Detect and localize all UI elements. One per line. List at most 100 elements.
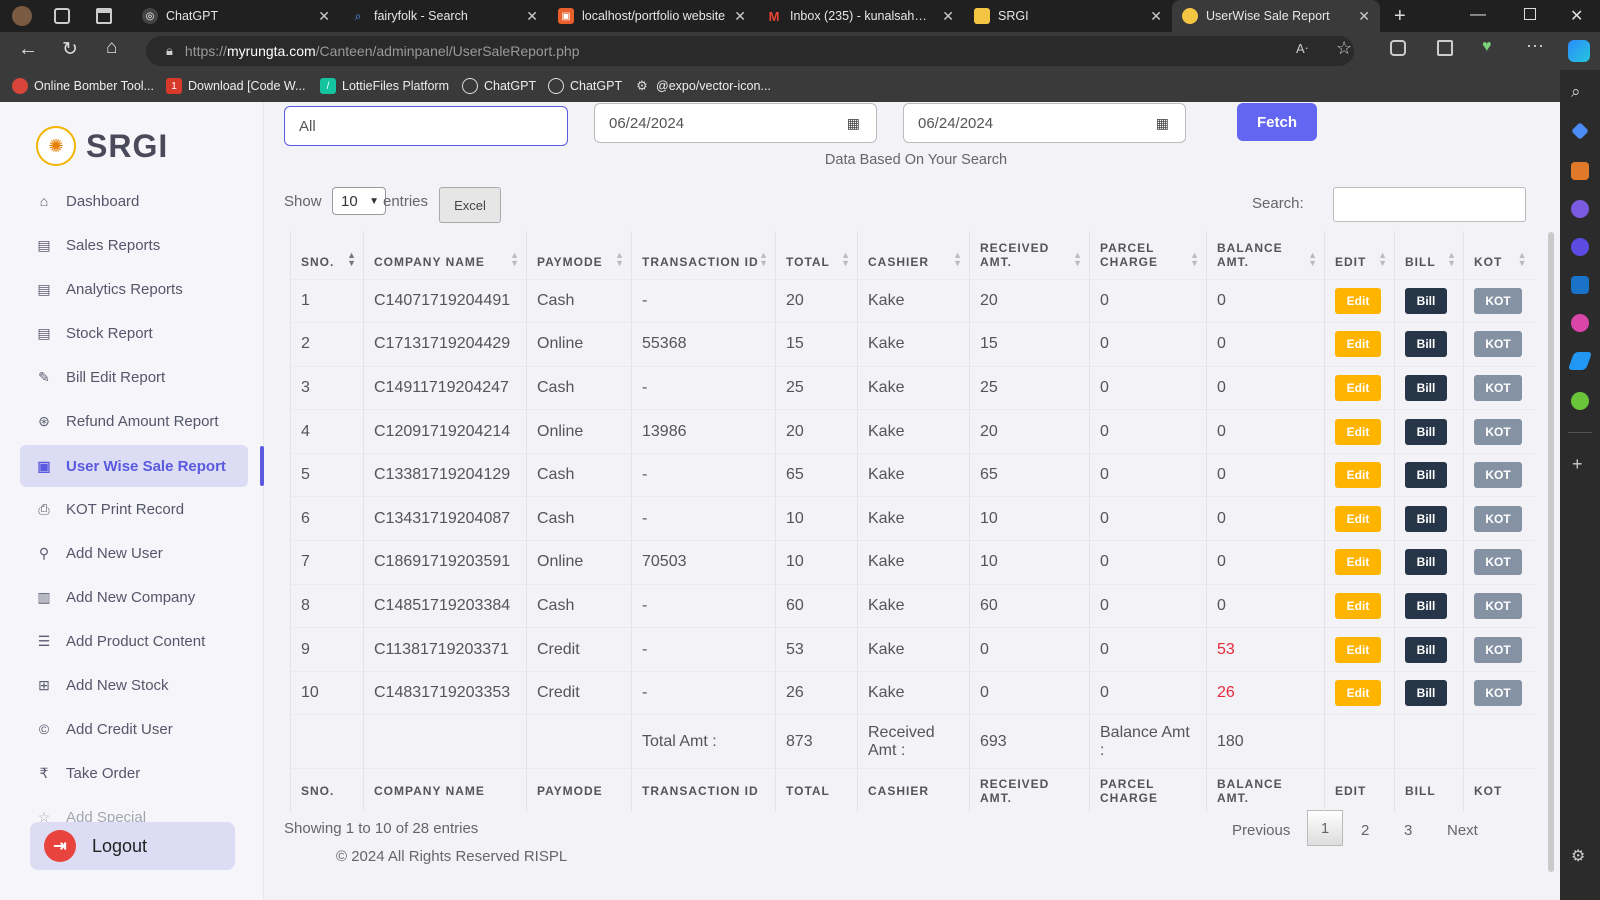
tab-gmail[interactable]: M Inbox (235) - kunalsahwork ✕ bbox=[756, 0, 964, 32]
edit-button[interactable]: Edit bbox=[1335, 680, 1381, 707]
new-tab-icon[interactable]: + bbox=[1394, 5, 1406, 28]
edit-button[interactable]: Edit bbox=[1335, 592, 1381, 619]
sidebar-item-stock-report[interactable]: ▤ Stock Report bbox=[20, 312, 248, 354]
tab-srgi[interactable]: SRGI ✕ bbox=[964, 0, 1172, 32]
col-header-total[interactable]: TOTAL ▲ ▼ bbox=[775, 231, 858, 279]
kot-button[interactable]: KOT bbox=[1474, 680, 1522, 707]
add-icon[interactable]: + bbox=[1572, 454, 1583, 475]
back-icon[interactable]: ← bbox=[18, 38, 38, 61]
edit-button[interactable]: Edit bbox=[1335, 374, 1381, 401]
calendar-icon[interactable]: ▦ bbox=[1156, 115, 1169, 132]
kot-button[interactable]: KOT bbox=[1474, 331, 1522, 358]
pagination-page-1[interactable]: 1 bbox=[1307, 810, 1343, 846]
kot-button[interactable]: KOT bbox=[1474, 636, 1522, 663]
bookmark-online-bomber[interactable]: Online Bomber Tool... bbox=[12, 78, 154, 94]
tag-icon[interactable] bbox=[1571, 122, 1589, 140]
url-field[interactable]: 🔒︎ https://myrungta.com/Canteen/adminpan… bbox=[146, 36, 1354, 66]
search-icon[interactable]: ⌕ bbox=[1571, 82, 1581, 102]
edit-button[interactable]: Edit bbox=[1335, 549, 1381, 576]
edit-button[interactable]: Edit bbox=[1335, 636, 1381, 663]
col-header-cashier[interactable]: CASHIER ▲ ▼ bbox=[857, 231, 970, 279]
outlook-icon[interactable] bbox=[1571, 276, 1589, 294]
tab-chatgpt[interactable]: ◎ ChatGPT ✕ bbox=[132, 0, 340, 32]
sidebar-item-user-wise-sale-report[interactable]: ▣ User Wise Sale Report bbox=[20, 445, 248, 487]
col-header-kot[interactable]: KOT ▲ ▼ bbox=[1463, 231, 1534, 279]
bill-button[interactable]: Bill bbox=[1405, 592, 1447, 619]
bill-button[interactable]: Bill bbox=[1405, 680, 1447, 707]
close-icon[interactable]: ✕ bbox=[526, 8, 538, 25]
bill-button[interactable]: Bill bbox=[1405, 549, 1447, 576]
read-aloud-icon[interactable]: Aᐧ bbox=[1296, 41, 1308, 57]
kot-button[interactable]: KOT bbox=[1474, 418, 1522, 445]
to-date-input[interactable]: 06/24/2024 ▦ bbox=[903, 103, 1186, 143]
workspaces-icon[interactable] bbox=[54, 8, 70, 24]
col-header-balance[interactable]: BALANCE AMT. ▲ ▼ bbox=[1206, 231, 1325, 279]
sidebar-item-analytics-reports[interactable]: ▤ Analytics Reports bbox=[20, 268, 248, 310]
col-header-transaction-id[interactable]: TRANSACTION ID ▲ ▼ bbox=[631, 231, 776, 279]
entries-select[interactable]: 10 ▼ bbox=[332, 187, 386, 215]
bill-button[interactable]: Bill bbox=[1405, 287, 1447, 314]
edit-button[interactable]: Edit bbox=[1335, 505, 1381, 532]
window-close-icon[interactable]: ✕ bbox=[1570, 6, 1583, 26]
bill-button[interactable]: Bill bbox=[1405, 505, 1447, 532]
sidebar-item-add-new-stock[interactable]: ⊞ Add New Stock bbox=[20, 664, 248, 706]
tab-localhost[interactable]: ▣ localhost/portfolio website ✕ bbox=[548, 0, 756, 32]
sidebar-item-add-new-company[interactable]: ▥ Add New Company bbox=[20, 576, 248, 618]
close-icon[interactable]: ✕ bbox=[318, 8, 330, 25]
health-icon[interactable]: ♥ bbox=[1482, 38, 1492, 56]
logout-button[interactable]: ⇥ Logout bbox=[30, 822, 235, 870]
sidebar-item-sales-reports[interactable]: ▤ Sales Reports bbox=[20, 224, 248, 266]
edit-button[interactable]: Edit bbox=[1335, 287, 1381, 314]
sidebar-item-kot-print-record[interactable]: ⎙ KOT Print Record bbox=[20, 488, 248, 530]
table-search-input[interactable] bbox=[1333, 187, 1526, 222]
bill-button[interactable]: Bill bbox=[1405, 374, 1447, 401]
bill-button[interactable]: Bill bbox=[1405, 331, 1447, 358]
bill-button[interactable]: Bill bbox=[1405, 462, 1447, 489]
designer-icon[interactable] bbox=[1571, 314, 1589, 332]
fetch-button[interactable]: Fetch bbox=[1237, 103, 1317, 141]
kot-button[interactable]: KOT bbox=[1474, 462, 1522, 489]
page-scrollbar[interactable] bbox=[1548, 232, 1554, 872]
edit-button[interactable]: Edit bbox=[1335, 331, 1381, 358]
kot-button[interactable]: KOT bbox=[1474, 549, 1522, 576]
close-icon[interactable]: ✕ bbox=[734, 8, 746, 25]
settings-icon[interactable]: ⚙ bbox=[1571, 846, 1585, 866]
close-icon[interactable]: ✕ bbox=[942, 8, 954, 25]
tab-actions-icon[interactable] bbox=[96, 8, 112, 24]
pagination-next[interactable]: Next bbox=[1447, 822, 1478, 839]
kot-button[interactable]: KOT bbox=[1474, 592, 1522, 619]
close-icon[interactable]: ✕ bbox=[1150, 8, 1162, 25]
bookmark-chatgpt-2[interactable]: ChatGPT bbox=[548, 78, 622, 94]
copilot-icon[interactable] bbox=[1568, 40, 1590, 62]
from-date-input[interactable]: 06/24/2024 ▦ bbox=[594, 103, 877, 143]
extensions-icon[interactable] bbox=[1390, 40, 1406, 56]
sidebar-item-take-order[interactable]: ₹ Take Order bbox=[20, 752, 248, 794]
split-screen-icon[interactable] bbox=[1437, 40, 1453, 56]
maximize-icon[interactable] bbox=[1524, 8, 1536, 20]
sidebar-item-add-new-user[interactable]: ⚲ Add New User bbox=[20, 532, 248, 574]
favorite-star-icon[interactable]: ☆ bbox=[1336, 38, 1352, 59]
sidebar-item-add-credit-user[interactable]: © Add Credit User bbox=[20, 708, 248, 750]
briefcase-icon[interactable] bbox=[1571, 162, 1589, 180]
bill-button[interactable]: Bill bbox=[1405, 636, 1447, 663]
col-header-paymode[interactable]: PAYMODE ▲ ▼ bbox=[526, 231, 632, 279]
kot-button[interactable]: KOT bbox=[1474, 287, 1522, 314]
close-icon[interactable]: ✕ bbox=[1358, 8, 1370, 25]
company-select[interactable]: All bbox=[284, 106, 568, 146]
calendar-icon[interactable]: ▦ bbox=[847, 115, 860, 132]
minimize-icon[interactable]: — bbox=[1470, 6, 1486, 24]
col-header-edit[interactable]: EDIT ▲ ▼ bbox=[1324, 231, 1395, 279]
pagination-page-2[interactable]: 2 bbox=[1361, 822, 1369, 839]
sidebar-item-dashboard[interactable]: ⌂ Dashboard bbox=[20, 180, 248, 222]
sidebar-item-bill-edit-report[interactable]: ✎ Bill Edit Report bbox=[20, 356, 248, 398]
profile-avatar[interactable] bbox=[12, 6, 32, 26]
brand-logo[interactable]: ✺ SRGI bbox=[36, 126, 168, 166]
bill-button[interactable]: Bill bbox=[1405, 418, 1447, 445]
bookmark-download-code[interactable]: 1 Download [Code W... bbox=[166, 78, 305, 94]
tab-userwise-sale-report[interactable]: UserWise Sale Report ✕ bbox=[1172, 0, 1380, 32]
pagination-previous[interactable]: Previous bbox=[1232, 822, 1290, 839]
excel-export-button[interactable]: Excel bbox=[439, 187, 501, 223]
bookmark-chatgpt-1[interactable]: ChatGPT bbox=[462, 78, 536, 94]
col-header-received[interactable]: RECEIVED AMT. ▲ ▼ bbox=[969, 231, 1090, 279]
kot-button[interactable]: KOT bbox=[1474, 374, 1522, 401]
